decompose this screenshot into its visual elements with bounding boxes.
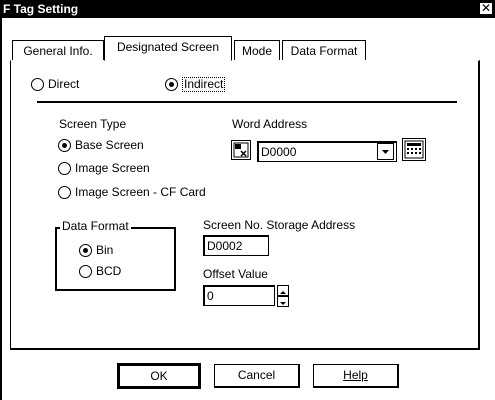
word-address-value: D0000 <box>261 145 297 159</box>
ok-button-label: OK <box>150 369 168 383</box>
base-screen-radio[interactable] <box>58 139 71 152</box>
image-screen-label[interactable]: Image Screen <box>75 161 150 175</box>
address-picker-icon[interactable] <box>231 140 251 160</box>
window-border <box>0 18 2 400</box>
help-button[interactable]: Help <box>313 364 399 388</box>
word-address-combo[interactable]: D0000 <box>257 141 397 162</box>
tab-designated-screen[interactable]: Designated Screen <box>104 36 232 61</box>
bcd-radio[interactable] <box>79 265 92 278</box>
image-screen-radio[interactable] <box>58 162 71 175</box>
title-bar: F Tag Setting ✕ <box>0 0 495 18</box>
chevron-down-icon[interactable] <box>377 143 394 160</box>
data-format-label: Data Format <box>60 219 131 233</box>
tab-general-info[interactable]: General Info. <box>12 40 104 60</box>
close-icon[interactable]: ✕ <box>479 2 493 15</box>
cancel-button[interactable]: Cancel <box>214 364 300 388</box>
offset-value-label: Offset Value <box>203 267 268 281</box>
tab-mode[interactable]: Mode <box>234 40 280 60</box>
cancel-button-label: Cancel <box>237 368 276 382</box>
word-address-label: Word Address <box>232 117 308 131</box>
base-screen-label[interactable]: Base Screen <box>75 138 144 152</box>
indirect-radio[interactable] <box>165 78 178 91</box>
tab-label: Designated Screen <box>116 40 220 54</box>
screen-no-storage-input[interactable]: D0002 <box>203 235 269 256</box>
offset-value-value: 0 <box>207 289 214 303</box>
spin-up-icon[interactable] <box>277 285 289 296</box>
window-title: F Tag Setting <box>3 2 79 16</box>
bin-label[interactable]: Bin <box>96 243 113 257</box>
screen-type-label: Screen Type <box>59 117 127 131</box>
ok-button[interactable]: OK <box>117 363 201 389</box>
image-screen-cf-card-label[interactable]: Image Screen - CF Card <box>75 185 206 199</box>
bcd-label[interactable]: BCD <box>96 264 121 278</box>
separator <box>37 101 457 103</box>
direct-radio[interactable] <box>31 78 44 91</box>
offset-value-input[interactable]: 0 <box>203 285 275 306</box>
tab-data-format[interactable]: Data Format <box>282 40 366 60</box>
screen-no-storage-label: Screen No. Storage Address <box>203 218 356 232</box>
help-button-label: Help <box>343 368 368 382</box>
tab-label: Mode <box>241 44 273 58</box>
indirect-label[interactable]: Indirect <box>182 77 226 92</box>
tab-panel-designated-screen <box>10 60 480 350</box>
spin-down-icon[interactable] <box>277 296 289 307</box>
screen-no-storage-value: D0002 <box>207 239 243 253</box>
bin-radio[interactable] <box>79 244 92 257</box>
keypad-icon[interactable] <box>402 138 426 161</box>
data-format-group <box>55 227 176 291</box>
image-screen-cf-card-radio[interactable] <box>58 186 71 199</box>
direct-label[interactable]: Direct <box>48 77 79 91</box>
tab-label: Data Format <box>290 44 358 58</box>
tab-label: General Info. <box>23 44 93 58</box>
